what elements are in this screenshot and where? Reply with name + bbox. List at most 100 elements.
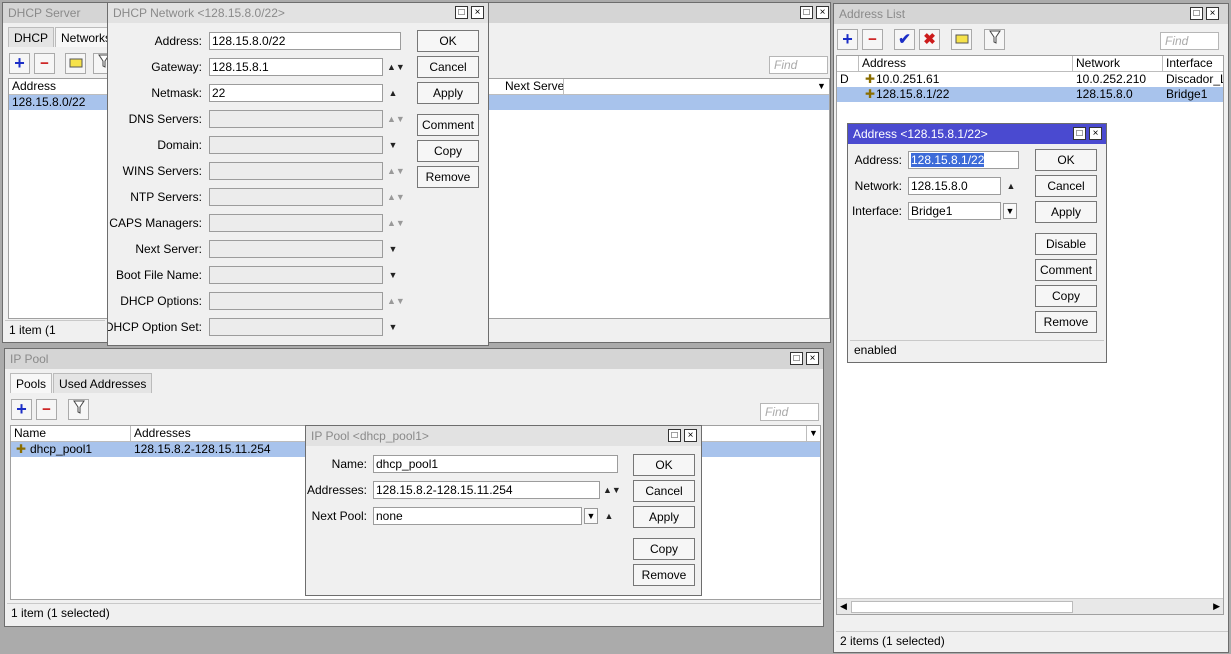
updown-arrows-icon[interactable]: ▲▼ xyxy=(387,292,405,310)
cancel-button[interactable]: Cancel xyxy=(417,56,479,78)
horizontal-scrollbar[interactable]: ◀ ▶ xyxy=(837,598,1223,614)
maximize-button[interactable]: □ xyxy=(1073,127,1086,140)
remove-button[interactable]: Remove xyxy=(1035,311,1097,333)
maximize-button[interactable]: □ xyxy=(1190,7,1203,20)
comment-button[interactable]: Comment xyxy=(1035,259,1097,281)
maximize-button[interactable]: □ xyxy=(800,6,813,19)
comment-button[interactable] xyxy=(951,29,972,50)
updown-arrows-icon[interactable]: ▲▼ xyxy=(387,188,405,206)
table-row[interactable]: ✚ 128.15.8.1/22 128.15.8.0 Bridge1 xyxy=(837,87,1223,102)
dialog-titlebar[interactable]: DHCP Network <128.15.8.0/22> xyxy=(108,3,488,23)
column-network[interactable]: Network xyxy=(1073,56,1163,71)
updown-arrows-icon[interactable]: ▲▼ xyxy=(387,162,405,180)
next-server-field[interactable] xyxy=(209,240,383,258)
close-button[interactable]: × xyxy=(684,429,697,442)
network-field[interactable]: 128.15.8.0 xyxy=(908,177,1001,195)
copy-button[interactable]: Copy xyxy=(417,140,479,162)
up-arrow-icon[interactable]: ▲ xyxy=(603,507,615,525)
dropdown-icon[interactable]: ▼ xyxy=(1003,203,1017,219)
maximize-button[interactable]: □ xyxy=(790,352,803,365)
name-field[interactable]: dhcp_pool1 xyxy=(373,455,618,473)
copy-button[interactable]: Copy xyxy=(633,538,695,560)
updown-arrows-icon[interactable]: ▲▼ xyxy=(387,110,405,128)
cancel-button[interactable]: Cancel xyxy=(633,480,695,502)
tab-used-addresses[interactable]: Used Addresses xyxy=(53,373,153,393)
table-row[interactable]: D ✚ 10.0.251.61 10.0.252.210 Discador_Li xyxy=(837,72,1223,87)
address-field[interactable]: 128.15.8.1/22 xyxy=(908,151,1019,169)
ok-button[interactable]: OK xyxy=(417,30,479,52)
wins-servers-field[interactable] xyxy=(209,162,383,180)
address-list-titlebar[interactable]: Address List xyxy=(834,4,1228,24)
comment-button[interactable] xyxy=(65,53,86,74)
scroll-right-icon[interactable]: ▶ xyxy=(1213,599,1220,614)
interface-select[interactable]: Bridge1 xyxy=(908,202,1001,220)
ntp-servers-field[interactable] xyxy=(209,188,383,206)
ok-button[interactable]: OK xyxy=(633,454,695,476)
find-input[interactable]: Find xyxy=(760,403,819,421)
column-interface[interactable]: Interface xyxy=(1163,56,1223,71)
scroll-left-icon[interactable]: ◀ xyxy=(840,599,847,614)
cancel-button[interactable]: Cancel xyxy=(1035,175,1097,197)
dropdown-arrow-icon[interactable]: ▼ xyxy=(387,136,399,154)
dhcp-option-set-field[interactable] xyxy=(209,318,383,336)
maximize-button[interactable]: □ xyxy=(668,429,681,442)
remove-button[interactable]: − xyxy=(36,399,57,420)
maximize-button[interactable]: □ xyxy=(455,6,468,19)
disable-button[interactable]: ✖ xyxy=(919,29,940,50)
address-field[interactable]: 128.15.8.0/22 xyxy=(209,32,401,50)
enable-button[interactable]: ✔ xyxy=(894,29,915,50)
filter-button[interactable] xyxy=(984,29,1005,50)
close-button[interactable]: × xyxy=(806,352,819,365)
close-button[interactable]: × xyxy=(816,6,829,19)
up-arrow-icon[interactable]: ▲ xyxy=(387,84,399,102)
find-input[interactable]: Find xyxy=(769,56,828,74)
column-address[interactable]: Address xyxy=(9,79,109,94)
updown-arrows-icon[interactable]: ▲▼ xyxy=(387,58,405,76)
add-button[interactable]: + xyxy=(9,53,30,74)
remove-button[interactable]: Remove xyxy=(417,166,479,188)
dns-servers-field[interactable] xyxy=(209,110,383,128)
dropdown-arrow-icon[interactable]: ▼ xyxy=(387,240,399,258)
tab-dhcp[interactable]: DHCP xyxy=(8,27,55,47)
column-name[interactable]: Name xyxy=(11,426,131,441)
column-address[interactable]: Address xyxy=(859,56,1073,71)
dialog-titlebar[interactable]: IP Pool <dhcp_pool1> xyxy=(306,426,701,446)
close-button[interactable]: × xyxy=(1206,7,1219,20)
gateway-field[interactable]: 128.15.8.1 xyxy=(209,58,383,76)
domain-field[interactable] xyxy=(209,136,383,154)
next-pool-select[interactable]: none xyxy=(373,507,582,525)
column-dropdown[interactable]: ▼ xyxy=(814,79,829,94)
dhcp-options-field[interactable] xyxy=(209,292,383,310)
add-button[interactable]: + xyxy=(837,29,858,50)
column-next-server[interactable]: Next Server xyxy=(502,79,564,94)
apply-button[interactable]: Apply xyxy=(1035,201,1097,223)
close-button[interactable]: × xyxy=(471,6,484,19)
netmask-field[interactable]: 22 xyxy=(209,84,383,102)
apply-button[interactable]: Apply xyxy=(417,82,479,104)
apply-button[interactable]: Apply xyxy=(633,506,695,528)
addresses-field[interactable]: 128.15.8.2-128.15.11.254 xyxy=(373,481,600,499)
ip-pool-titlebar[interactable]: IP Pool xyxy=(5,349,823,369)
updown-arrows-icon[interactable]: ▲▼ xyxy=(387,214,405,232)
find-input[interactable]: Find xyxy=(1160,32,1219,50)
filter-button[interactable] xyxy=(68,399,89,420)
add-button[interactable]: + xyxy=(11,399,32,420)
up-arrow-icon[interactable]: ▲ xyxy=(1005,177,1017,195)
scroll-thumb[interactable] xyxy=(851,601,1073,613)
dropdown-arrow-icon[interactable]: ▼ xyxy=(387,318,399,336)
remove-button[interactable]: − xyxy=(34,53,55,74)
dropdown-icon[interactable]: ▼ xyxy=(584,508,598,524)
column-dropdown[interactable]: ▼ xyxy=(806,426,820,441)
tab-pools[interactable]: Pools xyxy=(10,373,53,393)
disable-button[interactable]: Disable xyxy=(1035,233,1097,255)
updown-arrows-icon[interactable]: ▲▼ xyxy=(603,481,621,499)
close-button[interactable]: × xyxy=(1089,127,1102,140)
dialog-titlebar[interactable]: Address <128.15.8.1/22> xyxy=(848,124,1106,144)
ok-button[interactable]: OK xyxy=(1035,149,1097,171)
dropdown-arrow-icon[interactable]: ▼ xyxy=(387,266,399,284)
caps-managers-field[interactable] xyxy=(209,214,383,232)
comment-button[interactable]: Comment xyxy=(417,114,479,136)
remove-button[interactable]: − xyxy=(862,29,883,50)
copy-button[interactable]: Copy xyxy=(1035,285,1097,307)
boot-file-field[interactable] xyxy=(209,266,383,284)
